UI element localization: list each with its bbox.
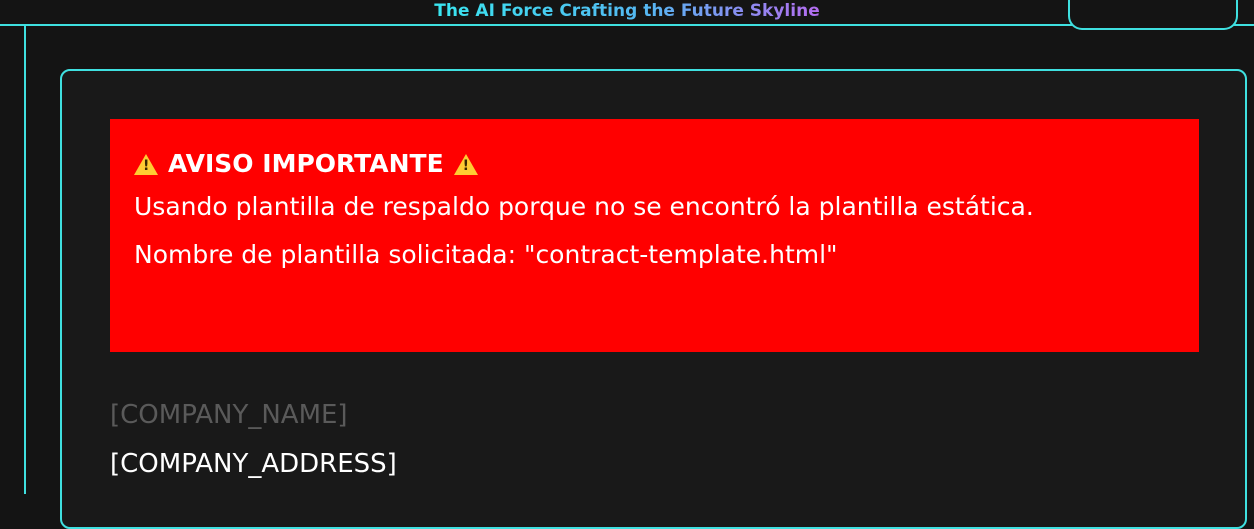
site-title: The AI Force Crafting the Future Skyline	[434, 1, 820, 21]
fallback-template-warning: AVISO IMPORTANTE Usando plantilla de res…	[110, 119, 1199, 352]
left-rail-divider	[24, 26, 26, 494]
warning-title-text: AVISO IMPORTANTE	[168, 149, 444, 178]
warning-heading: AVISO IMPORTANTE	[134, 145, 1175, 183]
top-bar: The AI Force Crafting the Future Skyline	[0, 0, 1254, 30]
warning-template-name: Nombre de plantilla solicitada: "contrac…	[134, 240, 838, 269]
contract-card: AVISO IMPORTANTE Usando plantilla de res…	[60, 69, 1247, 529]
warning-icon	[134, 153, 158, 175]
warning-icon	[453, 153, 478, 175]
header-menu-button[interactable]	[1068, 0, 1238, 30]
company-address-placeholder: [COMPANY_ADDRESS]	[110, 449, 397, 479]
company-name-placeholder: [COMPANY_NAME]	[110, 400, 348, 430]
warning-message: Usando plantilla de respaldo porque no s…	[134, 192, 1034, 221]
